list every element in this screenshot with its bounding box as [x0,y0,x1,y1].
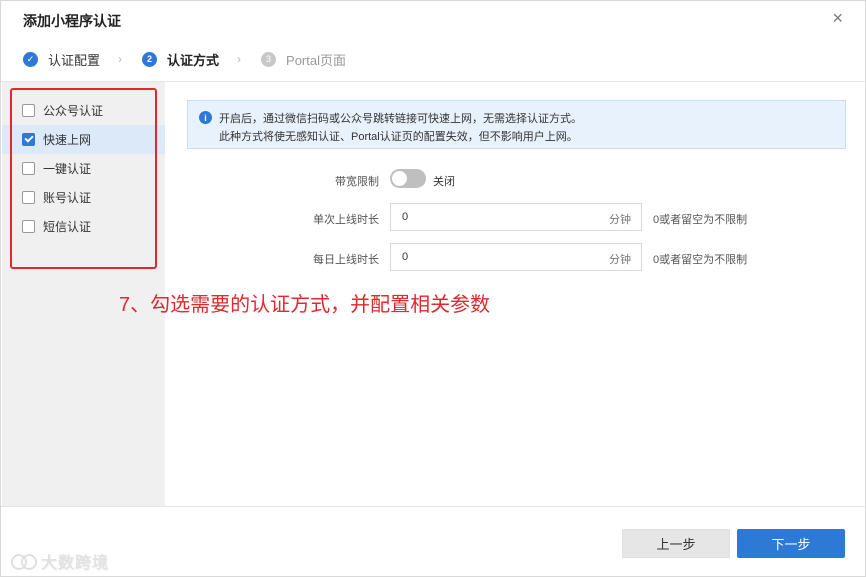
chevron-right-icon: › [118,52,123,66]
step-number-icon: 3 [261,51,277,67]
step-label: 认证方式 [167,52,220,68]
watermark-logo-icon [11,552,37,570]
step-auth-config[interactable]: ✓ 认证配置 [23,50,100,69]
dialog-title: 添加小程序认证 [23,13,121,29]
close-icon[interactable]: × [832,9,843,27]
input-unit: 分钟 [609,214,631,226]
chevron-right-icon: › [237,52,242,66]
step-auth-method[interactable]: 2 认证方式 [142,50,219,69]
next-step-button[interactable]: 下一步 [737,529,845,558]
bandwidth-limit-toggle[interactable] [390,169,426,188]
bandwidth-limit-label: 带宽限制 [335,176,379,188]
info-banner: i 开启后，通过微信扫码或公众号跳转链接可快速上网，无需选择认证方式。 此种方式… [187,100,846,149]
footer-divider [1,506,866,507]
step-label: 认证配置 [48,52,101,68]
check-circle-icon: ✓ [23,51,38,67]
single-session-hint: 0或者留空为不限制 [653,214,748,226]
step-number-icon: 2 [142,51,158,67]
info-text-line1: 开启后，通过微信扫码或公众号跳转链接可快速上网，无需选择认证方式。 [219,113,582,125]
daily-duration-label: 每日上线时长 [313,254,379,266]
info-text-line2: 此种方式将使无感知认证、Portal认证页的配置失效，但不影响用户上网。 [219,131,578,143]
input-unit: 分钟 [609,254,631,266]
stepper: ✓ 认证配置 › 2 认证方式 › 3 Portal页面 [23,49,346,69]
input-value: 0 [402,251,409,263]
annotation-text: 7、勾选需要的认证方式，并配置相关参数 [119,294,491,316]
info-icon: i [199,111,212,124]
step-portal-page[interactable]: 3 Portal页面 [261,50,346,69]
toggle-knob [392,171,407,186]
single-session-label: 单次上线时长 [313,214,379,226]
step-label: Portal页面 [286,52,346,68]
dialog: 添加小程序认证 × ✓ 认证配置 › 2 认证方式 › 3 Portal页面 公… [0,0,866,577]
watermark: 大数跨境 [11,549,109,573]
daily-duration-input[interactable]: 0 分钟 [390,243,642,271]
annotation-highlight-box [10,88,157,269]
input-value: 0 [402,211,409,223]
prev-step-button[interactable]: 上一步 [622,529,730,558]
watermark-text: 大数跨境 [41,555,110,572]
single-session-input[interactable]: 0 分钟 [390,203,642,231]
daily-duration-hint: 0或者留空为不限制 [653,254,748,266]
toggle-state-text: 关闭 [433,176,455,188]
